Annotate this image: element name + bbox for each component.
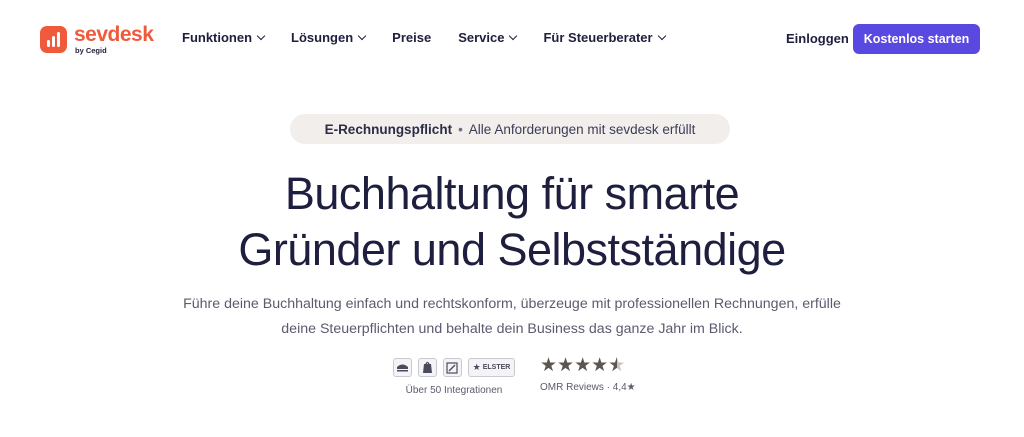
site-header: sevdesk by Cegid Funktionen Lösungen Pre… [0,0,1024,78]
elster-icon: ★ ELSTER [467,358,516,377]
nav-item-steuerberater[interactable]: Für Steuerberater [543,30,666,45]
chevron-down-icon [256,31,266,40]
elster-text: ELSTER [482,364,511,371]
star-icon: ★ [540,355,558,376]
reviews-label: OMR Reviews · 4,4★ [540,382,636,393]
sevdesk-logo[interactable]: sevdesk by Cegid [40,23,154,55]
hero-subtitle-line1: Führe deine Buchhaltung einfach und rech… [183,296,841,312]
logo-wordmark: sevdesk [74,23,154,46]
half-star-icon: ★ [608,356,625,377]
main-nav: Funktionen Lösungen Preise Service Für S… [182,30,692,45]
nav-item-label: Preise [392,30,432,45]
star-icon: ★ [574,355,592,376]
pill-text: Alle Anforderungen mit sevdesk erfüllt [468,121,696,137]
star-icon: ★ [557,355,575,376]
start-free-button[interactable]: Kostenlos starten [853,24,980,54]
integrations-badge[interactable]: ★ ELSTER Über 50 Integrationen [392,358,516,396]
nav-item-label: Service [458,30,505,45]
pill-bold-text: E-Rechnungspflicht [324,121,453,137]
nav-item-preise[interactable]: Preise [392,30,431,45]
chevron-down-icon [657,31,666,40]
integrations-label: Über 50 Integrationen [405,385,503,396]
nav-item-label: Funktionen [182,30,253,45]
logo-subline: by Cegid [75,46,107,55]
hero-title-line2: Gründer und Selbstständige [238,224,786,275]
nav-item-service[interactable]: Service [458,30,518,45]
rating-stars: ★ ★ ★ ★ ★ [540,355,625,377]
chevron-down-icon [357,31,367,40]
slash-icon [442,358,462,377]
nav-item-label: Für Steuerberater [543,30,653,45]
hero-subtitle-line2: deine Steuerpflichten und behalte dein B… [281,321,743,337]
hero-title: Buchhaltung für smarte Gründer und Selbs… [0,166,1024,278]
datev-icon [392,358,412,377]
chevron-down-icon [509,31,518,40]
logo-bars-icon [40,25,67,53]
hero-subtitle: Führe deine Buchhaltung einfach und rech… [112,292,912,342]
star-icon: ★ [591,355,609,376]
hero-title-line1: Buchhaltung für smarte [284,168,740,219]
e-invoice-announcement-pill[interactable]: E-Rechnungspflicht • Alle Anforderungen … [290,114,730,144]
nav-item-loesungen[interactable]: Lösungen [291,30,367,45]
nav-item-label: Lösungen [291,30,354,45]
login-link[interactable]: Einloggen [786,31,849,46]
nav-item-funktionen[interactable]: Funktionen [182,30,266,45]
pill-separator: • [458,121,463,137]
shopify-icon [417,358,437,377]
omr-reviews-badge[interactable]: ★ ★ ★ ★ ★ OMR Reviews · 4,4★ [540,355,636,394]
